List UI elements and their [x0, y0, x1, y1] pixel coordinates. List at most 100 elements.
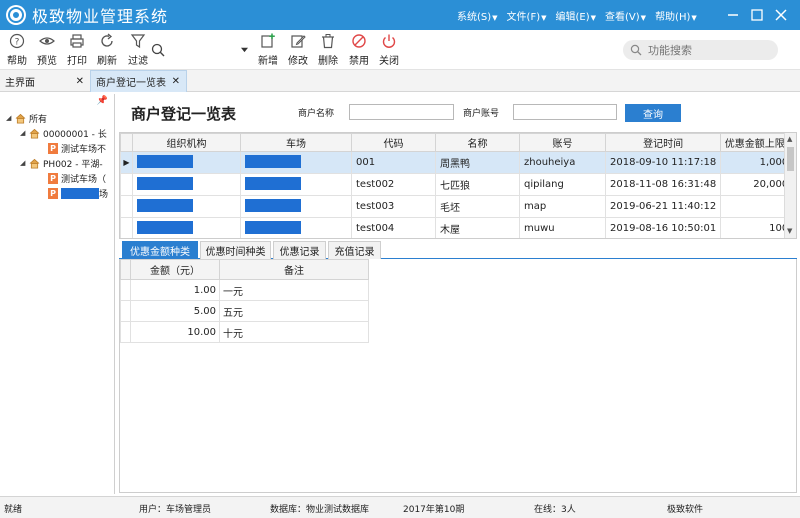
- help-button[interactable]: ? 帮助: [3, 33, 31, 67]
- parking-cell[interactable]: [240, 195, 352, 218]
- minimize-icon: [728, 14, 738, 16]
- tree-node-parking-3[interactable]: P 场: [48, 186, 108, 200]
- name-cell[interactable]: 毛坯: [435, 195, 520, 218]
- limit-cell[interactable]: [720, 195, 794, 218]
- disable-button[interactable]: 禁用: [345, 33, 373, 67]
- menu-help[interactable]: 帮助(H)▼: [655, 8, 697, 23]
- org-cell[interactable]: [132, 195, 241, 218]
- tree-node-00000001[interactable]: ◢ 00000001 - 长: [20, 126, 107, 140]
- function-search-input[interactable]: [648, 43, 768, 57]
- parking-cell[interactable]: [240, 217, 352, 238]
- maximize-button[interactable]: [746, 4, 768, 26]
- query-button[interactable]: 查询: [625, 104, 681, 122]
- table-row[interactable]: test003 毛坯 map 2019-06-21 11:40:12: [120, 195, 794, 218]
- preview-button[interactable]: 预览: [33, 33, 61, 67]
- print-button[interactable]: 打印: [63, 33, 91, 67]
- org-cell[interactable]: [132, 151, 241, 174]
- table-row[interactable]: test004 木屋 muwu 2019-08-16 10:50:01 100: [120, 217, 794, 238]
- app-title: 极致物业管理系统: [32, 7, 169, 26]
- minimize-button[interactable]: [722, 4, 744, 26]
- close-window-button[interactable]: [770, 4, 792, 26]
- tab-merchant-list[interactable]: 商户登记一览表 ✕: [90, 70, 187, 92]
- amount-cell[interactable]: 5.00: [130, 300, 220, 322]
- edit-button[interactable]: 修改: [284, 33, 312, 67]
- column-header[interactable]: 登记时间: [604, 133, 722, 152]
- account-cell[interactable]: muwu: [519, 217, 606, 238]
- status-state: 就绪: [4, 505, 23, 515]
- grid-vertical-scrollbar[interactable]: ▲ ▼: [784, 133, 796, 238]
- table-row[interactable]: ▶ 001 周黑鸭 zhouheiya 2018-09-10 11:17:18 …: [120, 151, 794, 174]
- refresh-button[interactable]: 刷新: [93, 33, 121, 67]
- menu-edit[interactable]: 编辑(E)▼: [556, 8, 597, 23]
- code-cell[interactable]: test004: [351, 217, 436, 238]
- amount-cell[interactable]: 1.00: [130, 279, 220, 301]
- limit-cell[interactable]: 1,000: [720, 151, 794, 174]
- account-cell[interactable]: qipilang: [519, 173, 606, 196]
- name-cell[interactable]: 木屋: [435, 217, 520, 238]
- close-tab-icon[interactable]: ✕: [76, 76, 84, 87]
- time-cell[interactable]: 2018-09-10 11:17:18: [604, 151, 722, 174]
- status-user: 用户：车场管理员: [139, 505, 212, 515]
- expand-icon[interactable]: ◢: [20, 159, 29, 167]
- time-cell[interactable]: 2018-11-08 16:31:48: [604, 173, 722, 196]
- amount-cell[interactable]: 10.00: [130, 321, 220, 343]
- column-header[interactable]: 代码: [351, 133, 436, 152]
- find-button[interactable]: [148, 33, 168, 67]
- name-cell[interactable]: 周黑鸭: [435, 151, 520, 174]
- close-tab-icon[interactable]: ✕: [172, 76, 180, 87]
- tab-discount-amount-types[interactable]: 优惠金额种类: [122, 241, 198, 259]
- column-header[interactable]: 优惠金额上限(: [720, 133, 794, 152]
- limit-cell[interactable]: 20,000: [720, 173, 794, 196]
- tree-node-parking-2[interactable]: P 测试车场（: [48, 171, 106, 185]
- tree-node-ph002[interactable]: ◢ PH002 - 平湖-: [20, 156, 103, 170]
- parking-cell[interactable]: [240, 173, 352, 196]
- more-dropdown-button[interactable]: [238, 33, 250, 67]
- tab-main[interactable]: 主界面 ✕: [0, 70, 90, 92]
- function-search-box[interactable]: [623, 40, 778, 60]
- scroll-up-icon[interactable]: ▲: [787, 135, 792, 143]
- merchant-account-input[interactable]: [513, 104, 617, 120]
- menu-system[interactable]: 系统(S)▼: [457, 8, 498, 23]
- merchant-name-input[interactable]: [349, 104, 454, 120]
- column-header[interactable]: 账号: [519, 133, 606, 152]
- account-cell[interactable]: zhouheiya: [519, 151, 606, 174]
- tab-discount-records[interactable]: 优惠记录: [273, 241, 326, 259]
- column-header[interactable]: 备注: [219, 259, 369, 280]
- expand-icon[interactable]: ◢: [20, 129, 29, 137]
- limit-cell[interactable]: 100: [720, 217, 794, 238]
- table-row[interactable]: test002 七匹狼 qipilang 2018-11-08 16:31:48…: [120, 173, 794, 196]
- column-header[interactable]: 金额（元）: [130, 259, 220, 280]
- code-cell[interactable]: test002: [351, 173, 436, 196]
- scroll-down-icon[interactable]: ▼: [787, 227, 792, 235]
- scroll-thumb[interactable]: [787, 147, 794, 171]
- table-row[interactable]: 1.00 一元: [120, 279, 369, 301]
- menu-view[interactable]: 查看(V)▼: [605, 8, 646, 23]
- table-row[interactable]: 5.00 五元: [120, 300, 369, 322]
- tab-discount-time-types[interactable]: 优惠时间种类: [200, 241, 271, 259]
- time-cell[interactable]: 2019-06-21 11:40:12: [604, 195, 722, 218]
- tree-node-all[interactable]: ◢ 所有: [6, 111, 47, 125]
- note-cell[interactable]: 五元: [219, 300, 369, 322]
- org-cell[interactable]: [132, 173, 241, 196]
- add-button[interactable]: 新增: [254, 33, 282, 67]
- org-cell[interactable]: [132, 217, 241, 238]
- account-cell[interactable]: map: [519, 195, 606, 218]
- tab-recharge-records[interactable]: 充值记录: [328, 241, 381, 259]
- expand-icon[interactable]: ◢: [6, 114, 15, 122]
- column-header[interactable]: 名称: [435, 133, 520, 152]
- note-cell[interactable]: 十元: [219, 321, 369, 343]
- parking-cell[interactable]: [240, 151, 352, 174]
- menu-file[interactable]: 文件(F)▼: [507, 8, 547, 23]
- close-button[interactable]: 关闭: [375, 33, 403, 67]
- code-cell[interactable]: test003: [351, 195, 436, 218]
- name-cell[interactable]: 七匹狼: [435, 173, 520, 196]
- column-header[interactable]: 车场: [240, 133, 352, 152]
- column-header[interactable]: 组织机构: [132, 133, 241, 152]
- note-cell[interactable]: 一元: [219, 279, 369, 301]
- table-row[interactable]: 10.00 十元: [120, 321, 369, 343]
- pin-icon[interactable]: 📌: [97, 96, 108, 106]
- tree-node-parking-1[interactable]: P 测试车场不: [48, 141, 106, 155]
- delete-button[interactable]: 删除: [314, 33, 342, 67]
- time-cell[interactable]: 2019-08-16 10:50:01: [604, 217, 722, 238]
- code-cell[interactable]: 001: [351, 151, 436, 174]
